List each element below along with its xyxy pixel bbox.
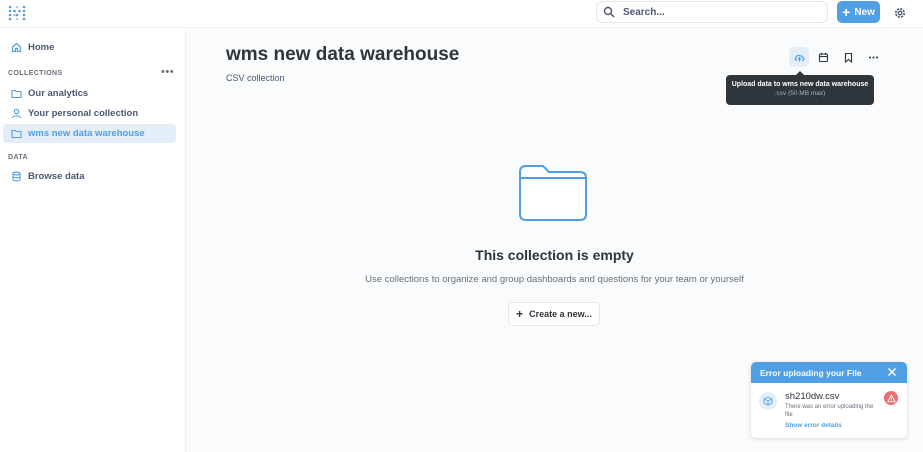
search-icon bbox=[603, 6, 615, 18]
upload-button[interactable] bbox=[789, 47, 809, 67]
ellipsis-icon bbox=[868, 56, 878, 58]
sidebar-item-label: Home bbox=[28, 42, 55, 53]
sidebar-item-personal-collection[interactable]: Your personal collection bbox=[3, 104, 176, 123]
page-subtitle[interactable]: CSV collection bbox=[226, 73, 285, 83]
tooltip-subtitle: .csv (50 MB max) bbox=[774, 90, 826, 97]
metabase-logo-icon[interactable] bbox=[8, 5, 26, 21]
top-navbar: + New bbox=[0, 0, 923, 28]
bookmark-button[interactable] bbox=[838, 47, 858, 67]
data-section-label: DATA bbox=[8, 154, 29, 161]
calendar-icon bbox=[818, 52, 828, 62]
toast-header: Error uploading your File bbox=[751, 362, 907, 383]
plus-icon: + bbox=[842, 4, 851, 20]
search-input[interactable] bbox=[623, 6, 813, 18]
close-icon[interactable] bbox=[887, 367, 897, 377]
folder-icon bbox=[11, 89, 22, 99]
sidebar-item-browse-data[interactable]: Browse data bbox=[3, 167, 176, 186]
create-new-button[interactable]: + Create a new... bbox=[508, 302, 600, 326]
plus-icon: + bbox=[516, 307, 524, 321]
folder-icon bbox=[11, 129, 22, 139]
toast-title: Error uploading your File bbox=[760, 367, 862, 378]
sidebar: Home COLLECTIONS ••• Our analytics Your … bbox=[0, 28, 186, 452]
upload-error-message: There was an error uploading the file bbox=[785, 404, 874, 418]
new-button[interactable]: + New bbox=[837, 1, 880, 23]
sidebar-item-label: Browse data bbox=[28, 171, 85, 182]
person-icon bbox=[11, 108, 22, 119]
event-timeline-button[interactable] bbox=[813, 47, 833, 67]
database-icon bbox=[12, 171, 21, 182]
show-error-details-link[interactable]: Show error details bbox=[785, 422, 842, 429]
create-new-label: Create a new... bbox=[529, 309, 592, 319]
home-icon bbox=[11, 42, 22, 53]
cloud-upload-icon bbox=[794, 54, 804, 61]
sidebar-item-label: Our analytics bbox=[28, 88, 89, 99]
empty-state-description: Use collections to organize and group da… bbox=[365, 274, 744, 285]
page-title[interactable]: wms new data warehouse bbox=[226, 44, 459, 66]
gear-icon[interactable] bbox=[893, 6, 907, 20]
tooltip-title: Upload data to wms new data warehouse bbox=[731, 81, 869, 88]
new-button-label: New bbox=[854, 6, 875, 18]
collections-section-label: COLLECTIONS bbox=[8, 70, 63, 77]
upload-tooltip: Upload data to wms new data warehouse .c… bbox=[726, 71, 874, 105]
empty-folder-icon bbox=[519, 165, 587, 221]
sidebar-item-home[interactable]: Home bbox=[3, 38, 176, 57]
empty-state-title: This collection is empty bbox=[475, 247, 634, 263]
more-actions-button[interactable] bbox=[863, 47, 883, 67]
more-options-icon[interactable]: ••• bbox=[161, 66, 174, 78]
warning-icon bbox=[884, 391, 898, 405]
search-bar[interactable] bbox=[596, 1, 828, 23]
bookmark-icon bbox=[844, 52, 852, 63]
sidebar-item-wms-new-data-warehouse[interactable]: wms new data warehouse bbox=[3, 124, 176, 143]
upload-error-toast: Error uploading your File sh210dw.csv Th… bbox=[751, 362, 907, 438]
sidebar-item-label: Your personal collection bbox=[28, 108, 139, 119]
sidebar-item-our-analytics[interactable]: Our analytics bbox=[3, 84, 176, 103]
sidebar-item-label: wms new data warehouse bbox=[28, 128, 145, 139]
uploaded-file-name: sh210dw.csv bbox=[785, 391, 840, 402]
file-upload-icon bbox=[759, 392, 777, 410]
